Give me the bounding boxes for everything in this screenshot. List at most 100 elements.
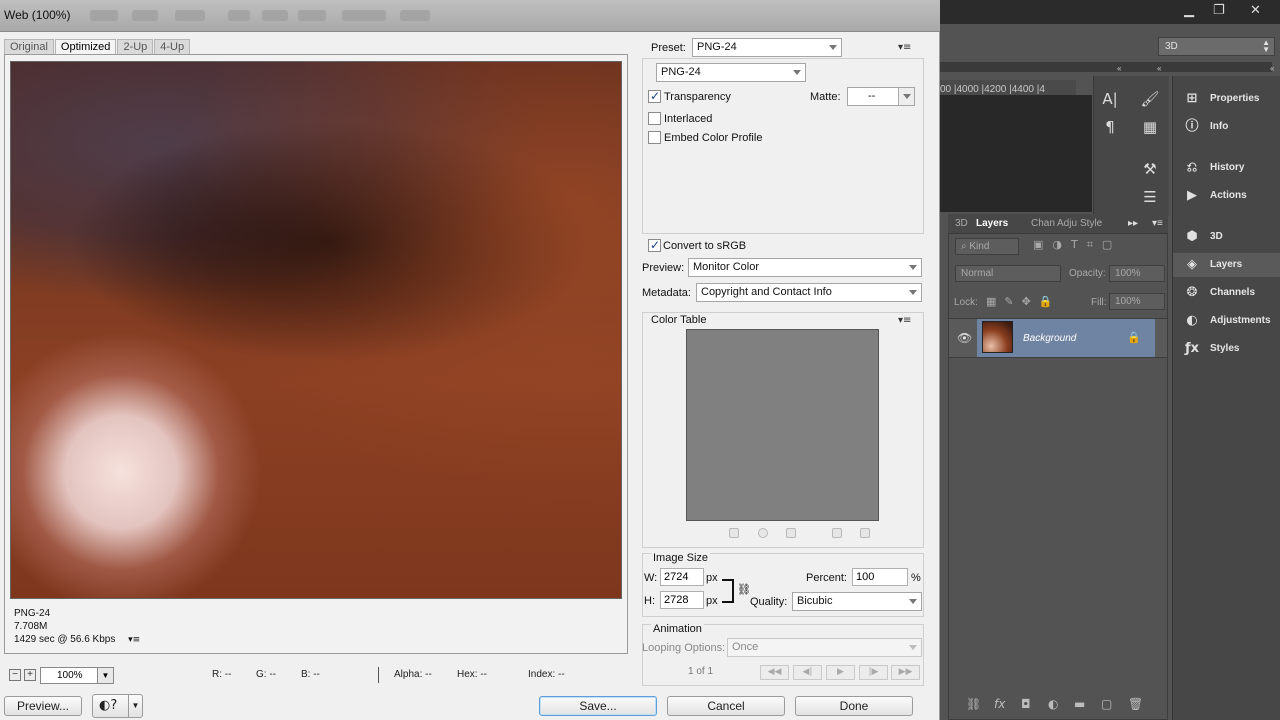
- tool-panel-icons: A| 🖌 ¶ ▦ ⚒ ☰: [1093, 76, 1169, 216]
- group-icon[interactable]: ▬: [1074, 697, 1085, 711]
- info-menu-icon[interactable]: ▾≡: [128, 635, 140, 645]
- blend-mode-select[interactable]: Normal: [955, 265, 1061, 282]
- last-frame-button[interactable]: ▶▶: [891, 665, 920, 680]
- quality-value: Bicubic: [797, 595, 833, 607]
- preview-image[interactable]: [10, 61, 622, 599]
- prev-frame-button[interactable]: ◀|: [793, 665, 822, 680]
- collapse-icon[interactable]: «: [1117, 64, 1121, 73]
- link-layers-icon[interactable]: ⛓: [966, 697, 981, 711]
- transparency-checkbox[interactable]: [648, 89, 661, 103]
- format-select[interactable]: PNG-24: [656, 63, 806, 82]
- preset-select[interactable]: PNG-24: [692, 38, 842, 57]
- matte-select[interactable]: --: [847, 87, 915, 106]
- preview-button[interactable]: Preview...: [4, 696, 82, 716]
- web-shift-icon[interactable]: [758, 528, 768, 538]
- eye-icon[interactable]: 👁: [957, 331, 972, 345]
- brush-icon[interactable]: 🖌: [1140, 90, 1160, 108]
- looping-select[interactable]: Once: [727, 638, 922, 657]
- color-table-menu-icon[interactable]: ▾≡: [898, 315, 911, 326]
- preview-color-select[interactable]: Monitor Color: [688, 258, 922, 277]
- convert-srgb-checkbox[interactable]: [648, 238, 661, 252]
- tab-2up[interactable]: 2-Up: [117, 39, 154, 54]
- image-format: PNG-24: [14, 608, 51, 619]
- panel-actions[interactable]: ▶ Actions: [1173, 184, 1280, 208]
- preview-label: Preview:: [642, 262, 685, 274]
- cancel-button[interactable]: Cancel: [667, 696, 785, 716]
- tab-layers[interactable]: Layers: [976, 218, 1008, 229]
- panel-styles[interactable]: ƒx Styles: [1173, 337, 1280, 361]
- tab-3d[interactable]: 3D: [955, 218, 968, 229]
- width-input[interactable]: 2724: [660, 568, 704, 586]
- collapse-icon[interactable]: «: [1270, 64, 1274, 73]
- save-button[interactable]: Save...: [539, 696, 657, 716]
- tool-presets-icon[interactable]: ⚒: [1140, 160, 1160, 178]
- next-frame-button[interactable]: |▶: [859, 665, 888, 680]
- metadata-select[interactable]: Copyright and Contact Info: [696, 283, 922, 302]
- lock-label: Lock:: [954, 297, 978, 308]
- tab-4up[interactable]: 4-Up: [154, 39, 191, 54]
- character-icon[interactable]: A|: [1100, 90, 1120, 108]
- panel-channels[interactable]: ❂ Channels: [1173, 281, 1280, 305]
- collapse-icon[interactable]: «: [1157, 64, 1161, 73]
- tab-original[interactable]: Original: [4, 39, 54, 54]
- dialog-titlebar[interactable]: Web (100%): [0, 0, 940, 32]
- color-table-swatches[interactable]: [686, 329, 879, 521]
- grid-icon[interactable]: ▦: [1140, 118, 1160, 136]
- map-transparent-icon[interactable]: [729, 528, 739, 538]
- panel-menu-icon[interactable]: ▾≡: [1152, 218, 1163, 229]
- browser-preview-button[interactable]: ◐? ▼: [92, 694, 143, 718]
- lock-color-icon[interactable]: [786, 528, 796, 538]
- expand-icon[interactable]: ▸▸: [1128, 218, 1138, 229]
- tab-adjustments[interactable]: Adju: [1057, 218, 1077, 229]
- mask-icon[interactable]: ◘: [1021, 697, 1031, 711]
- new-layer-icon[interactable]: ▢: [1101, 697, 1112, 711]
- interlaced-checkbox[interactable]: [648, 112, 661, 125]
- first-frame-button[interactable]: ◀◀: [760, 665, 789, 680]
- minimize-icon[interactable]: ▁: [1184, 3, 1194, 18]
- chevron-down-icon: ▼: [128, 695, 142, 717]
- delete-color-icon[interactable]: [860, 528, 870, 538]
- tab-styles[interactable]: Style: [1080, 218, 1102, 229]
- browser-icon: ◐?: [99, 698, 118, 713]
- tab-optimized[interactable]: Optimized: [54, 39, 117, 54]
- adjustment-layer-icon[interactable]: ◐: [1048, 697, 1058, 711]
- link-icon[interactable]: ⛓: [737, 583, 751, 596]
- fill-label: Fill:: [1091, 297, 1107, 308]
- panel-layers[interactable]: ◈ Layers: [1173, 253, 1280, 277]
- kind-value: Kind: [969, 241, 990, 252]
- zoom-in-button[interactable]: +: [24, 669, 36, 681]
- fill-input[interactable]: 100%: [1109, 293, 1165, 310]
- filter-icons[interactable]: ▣◑T⌗▢: [1033, 238, 1121, 252]
- filter-kind-select[interactable]: ⌕ Kind: [955, 238, 1019, 255]
- panel-properties[interactable]: ⊞ Properties: [1173, 87, 1280, 111]
- panel-history[interactable]: ⎌ History: [1173, 156, 1280, 180]
- paragraph-icon[interactable]: ¶: [1100, 118, 1120, 136]
- done-button[interactable]: Done: [795, 696, 913, 716]
- preset-menu-icon[interactable]: ▾≡: [898, 42, 911, 53]
- layer-name[interactable]: Background: [1023, 333, 1076, 344]
- new-color-icon[interactable]: [832, 528, 842, 538]
- quality-select[interactable]: Bicubic: [792, 592, 922, 611]
- fx-icon[interactable]: fx: [994, 697, 1005, 711]
- updown-icon: ▲ ▼: [1262, 38, 1270, 54]
- percent-unit: %: [911, 572, 921, 584]
- panel-3d[interactable]: ⬢ 3D: [1173, 225, 1280, 249]
- panel-adjustments[interactable]: ◐ Adjustments: [1173, 309, 1280, 333]
- workspace-switcher[interactable]: 3D ▲ ▼: [1158, 37, 1275, 56]
- dialog-title: Web (100%): [4, 8, 71, 22]
- restore-icon[interactable]: ❐: [1213, 3, 1225, 18]
- close-icon[interactable]: ✕: [1250, 3, 1261, 18]
- zoom-out-button[interactable]: −: [9, 669, 21, 681]
- tab-channels[interactable]: Chan: [1031, 218, 1055, 229]
- lock-icons[interactable]: ▦✎✥🔒: [986, 295, 1061, 308]
- opacity-label: Opacity:: [1069, 268, 1106, 279]
- sliders-icon[interactable]: ☰: [1140, 188, 1160, 206]
- trash-icon[interactable]: 🗑: [1128, 697, 1143, 711]
- percent-input[interactable]: 100: [852, 568, 908, 586]
- panel-info[interactable]: ⓘ Info: [1173, 115, 1280, 139]
- play-button[interactable]: ▶: [826, 665, 855, 680]
- zoom-select[interactable]: 100% ▼: [40, 667, 114, 684]
- embed-profile-checkbox[interactable]: [648, 131, 661, 144]
- opacity-input[interactable]: 100%: [1109, 265, 1165, 282]
- height-input[interactable]: 2728: [660, 591, 704, 609]
